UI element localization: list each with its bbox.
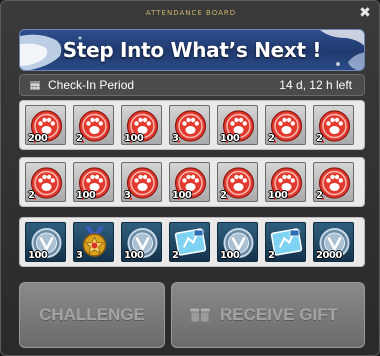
time-left: 14 d, 12 h left — [279, 78, 352, 92]
item-quantity: 100 — [76, 190, 96, 201]
reward-slot[interactable]: 2 — [169, 222, 210, 262]
reward-row-2: 2 100 3 100 2 100 2 — [19, 157, 365, 207]
reward-slot[interactable]: 100 — [169, 162, 210, 202]
item-quantity: 2 — [268, 250, 275, 261]
reward-slot[interactable]: 200 — [25, 105, 66, 145]
item-quantity: 2 — [172, 250, 179, 261]
item-quantity: 100 — [220, 250, 240, 261]
banner-title: Step Into What’s Next ! — [62, 38, 322, 62]
item-quantity: 3 — [172, 133, 179, 144]
reward-slot[interactable]: 3 — [121, 162, 162, 202]
reward-slot[interactable]: 2 — [25, 162, 66, 202]
reward-slot[interactable]: 100 — [25, 222, 66, 262]
reward-slot[interactable]: 2 — [313, 162, 354, 202]
reward-slot[interactable]: 100 — [265, 162, 306, 202]
reward-slot[interactable]: 100 — [73, 162, 114, 202]
reward-slot[interactable]: 100 — [217, 105, 258, 145]
item-quantity: 100 — [220, 133, 240, 144]
reward-slot[interactable]: 2 — [73, 105, 114, 145]
receive-gift-button[interactable]: RECEIVE GIFT — [171, 282, 365, 348]
reward-slot[interactable]: 2 — [217, 162, 258, 202]
item-quantity: 2 — [28, 190, 35, 201]
calendar-icon — [30, 81, 40, 90]
reward-slot[interactable]: 2 — [313, 105, 354, 145]
reward-slot[interactable]: 100 — [121, 105, 162, 145]
close-icon[interactable]: ✖ — [357, 5, 373, 21]
titlebar: ATTENDANCE BOARD ✖ — [1, 1, 380, 25]
challenge-button[interactable]: CHALLENGE — [19, 282, 165, 348]
reward-row-1: 200 2 100 3 100 2 2 — [19, 100, 365, 150]
item-quantity: 100 — [124, 250, 144, 261]
item-quantity: 2000 — [316, 250, 342, 261]
receive-gift-button-label: RECEIVE GIFT — [219, 305, 339, 324]
check-in-period-label: Check-In Period — [48, 78, 135, 92]
item-quantity: 3 — [124, 190, 131, 201]
reward-slot[interactable]: 2000 — [313, 222, 354, 262]
item-quantity: 100 — [124, 133, 144, 144]
item-quantity: 200 — [28, 133, 48, 144]
challenge-button-label: CHALLENGE — [39, 305, 145, 324]
item-quantity: 2 — [76, 133, 83, 144]
reward-slot[interactable]: 100 — [217, 222, 258, 262]
window-title: ATTENDANCE BOARD — [145, 9, 237, 17]
item-quantity: 2 — [220, 190, 227, 201]
item-quantity: 2 — [316, 190, 323, 201]
item-quantity: 2 — [316, 133, 323, 144]
reward-row-3: 100 3 100 2 100 2 2000 — [19, 217, 365, 267]
item-quantity: 3 — [76, 250, 83, 261]
reward-slot[interactable]: 3 — [73, 222, 114, 262]
event-banner: Step Into What’s Next ! — [19, 29, 365, 71]
item-quantity: 100 — [28, 250, 48, 261]
reward-slot[interactable]: 2 — [265, 105, 306, 145]
reward-slot[interactable]: 100 — [121, 222, 162, 262]
item-quantity: 2 — [268, 133, 275, 144]
reward-slot[interactable]: 3 — [169, 105, 210, 145]
item-quantity: 100 — [268, 190, 288, 201]
item-quantity: 100 — [172, 190, 192, 201]
reward-slot[interactable]: 2 — [265, 222, 306, 262]
attendance-board-window: ATTENDANCE BOARD ✖ Step Into What’s Next… — [0, 0, 380, 356]
check-in-period-bar: Check-In Period 14 d, 12 h left — [19, 74, 365, 96]
